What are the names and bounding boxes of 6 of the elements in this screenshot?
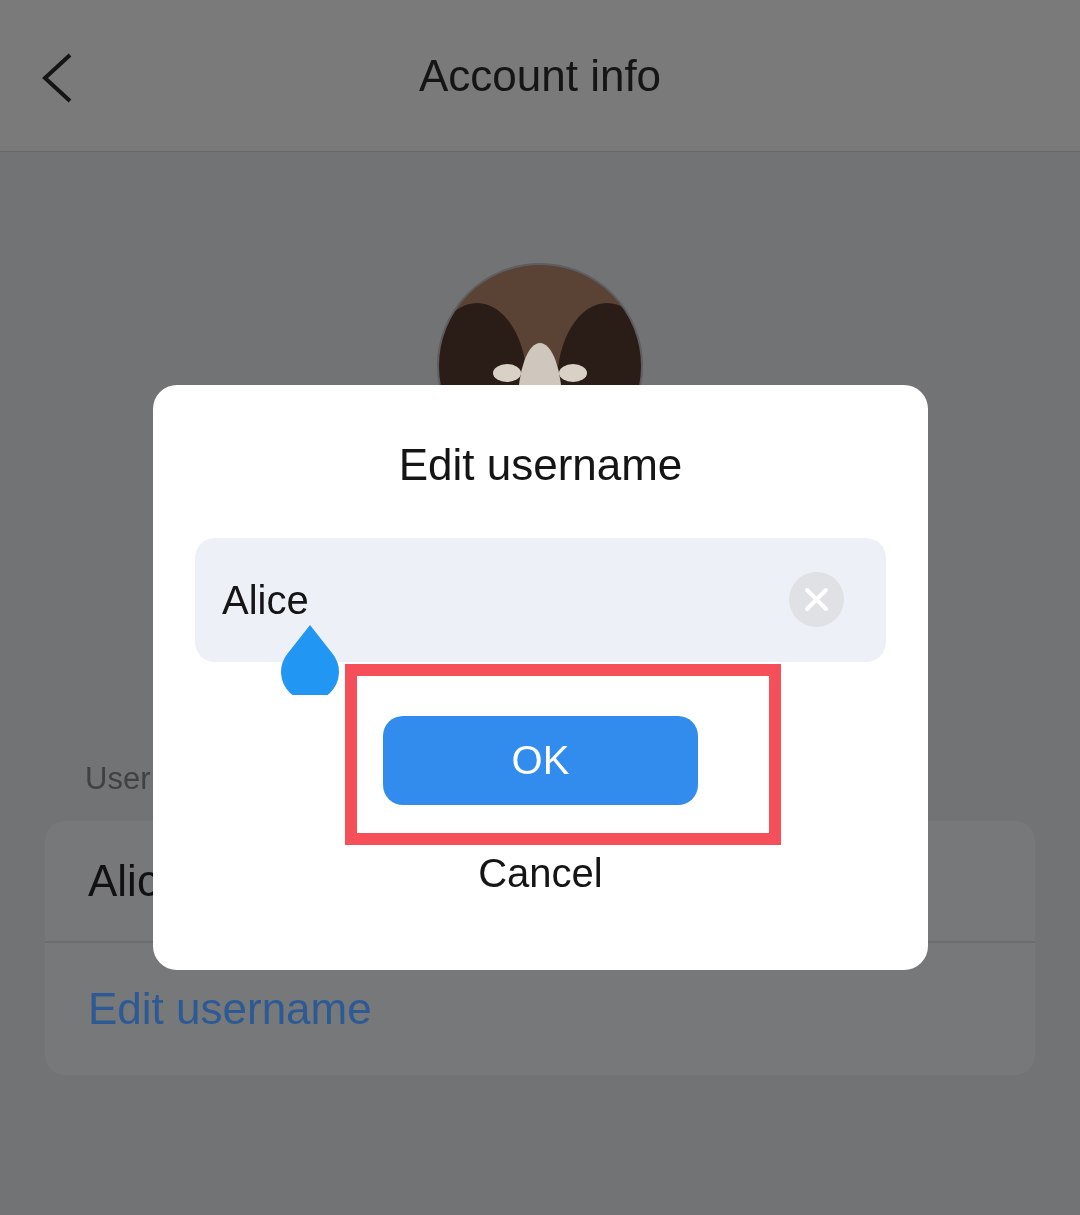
back-icon[interactable] (40, 52, 74, 104)
cancel-button[interactable]: Cancel (478, 851, 603, 895)
username-field[interactable]: Alice (195, 538, 886, 662)
cursor-handle-icon[interactable] (280, 625, 340, 695)
dialog-title: Edit username (398, 439, 683, 491)
page-title: Account info (418, 50, 662, 101)
